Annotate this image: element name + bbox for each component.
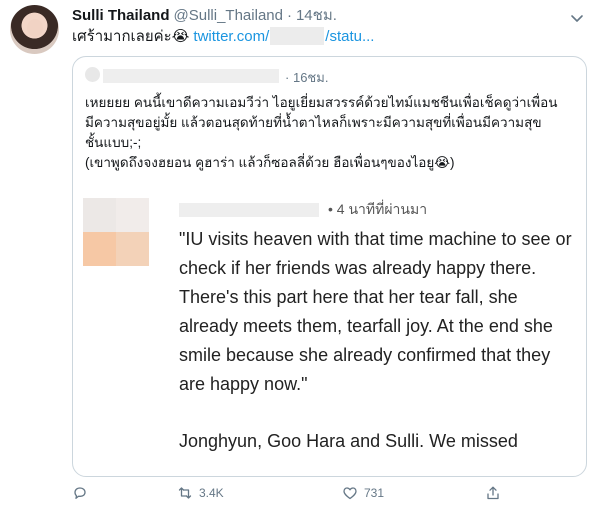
author-handle[interactable]: @Sulli_Thailand [174,7,283,24]
share-icon [487,486,499,500]
quoted-timestamp: · 16ชม. [285,67,328,88]
retweet-count: 3.4K [199,486,224,500]
comment-paragraph: "IU visits heaven with that time machine… [179,229,572,394]
pixel-block [83,198,116,232]
pixel-block [83,232,116,266]
avatar[interactable] [10,5,59,54]
like-icon [343,487,357,500]
quoted-author-redacted [103,69,279,83]
tweet-actions: 3.4K 731 [72,485,592,505]
quoted-avatar-redacted [85,67,100,82]
quoted-time: 16ชม. [292,70,329,85]
quoted-line: (เขาพูดถึงจงฮยอน คูฮาร่า แล้วก็ซอลลี่ด้ว… [85,155,455,170]
pixel-block [116,198,149,232]
quoted-tweet[interactable]: · 16ชม. เหยยยย คนนี้เขาดีความเอมวีว่า ไอ… [72,56,587,477]
quoted-text: เหยยยย คนนี้เขาดีความเอมวีว่า ไอยูเยี่ยม… [85,93,581,173]
quoted-line: เหยยยย คนนี้เขาดีความเอมวีว่า ไอยูเยี่ยม… [85,95,558,110]
tweet-text-prefix: เศร้ามากเลยค่ะ😭 [72,28,190,45]
comment-author-redacted [179,203,319,217]
tweet-text: เศร้ามากเลยค่ะ😭 twitter.com/ /statu... [72,27,374,47]
pixel-block [116,232,149,266]
link-start: twitter.com/ [193,28,270,45]
embedded-comment-image: • 4 นาทีที่ผ่านมา "IU visits heaven with… [83,198,583,476]
reply-button[interactable] [72,485,88,501]
reply-icon [74,487,86,499]
comment-time: • 4 นาทีที่ผ่านมา [328,201,428,217]
retweet-button[interactable]: 3.4K [177,485,224,501]
comment-avatar-pixelated [83,198,149,266]
like-button[interactable]: 731 [342,485,384,501]
comment-text: "IU visits heaven with that time machine… [179,225,579,456]
tweet-link[interactable]: twitter.com/ /statu... [193,27,375,45]
quoted-line: ชั้นแบบ;-; [85,135,142,150]
quoted-separator: · [285,70,290,85]
timestamp[interactable]: 14ชม. [296,7,337,24]
retweet-icon [178,487,192,499]
author-name[interactable]: Sulli Thailand [72,7,170,24]
link-end: /statu... [325,28,375,45]
tweet[interactable]: Sulli Thailand @Sulli_Thailand · 14ชม. เศร้… [0,0,600,511]
tweet-header: Sulli Thailand @Sulli_Thailand · 14ชม. [72,6,337,26]
quoted-line: มีความสุขอยู่มั้ย แล้วตอนสุดท้ายที่น้ำตา… [85,115,542,130]
separator: · [286,7,292,24]
share-button[interactable] [485,485,501,501]
comment-paragraph: Jonghyun, Goo Hara and Sulli. We missed [179,431,518,451]
chevron-down-icon[interactable] [568,9,586,27]
like-count: 731 [364,486,385,500]
redacted-link-part [270,27,325,45]
